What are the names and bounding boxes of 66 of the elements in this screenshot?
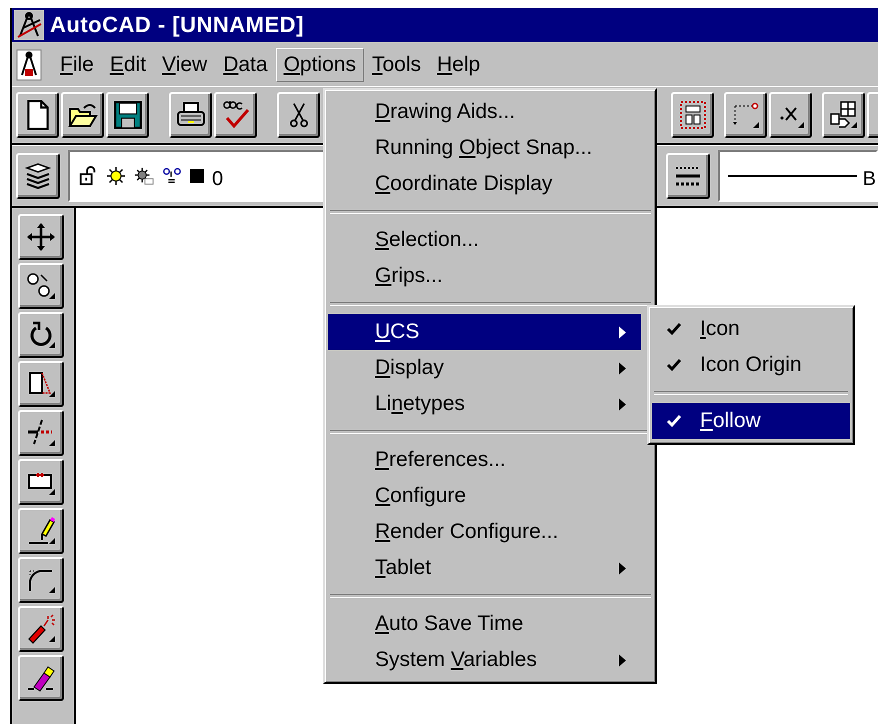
move-arrows-icon	[26, 222, 56, 252]
explode-dynamite-button[interactable]	[18, 606, 64, 652]
document-icon[interactable]	[16, 49, 42, 81]
spell-check-button[interactable]	[214, 92, 257, 138]
menu-item[interactable]: Data	[215, 48, 276, 82]
break-rectangle-button[interactable]	[18, 459, 64, 505]
frozen-sun-icon	[134, 166, 154, 186]
linetype-field[interactable]: B	[718, 150, 878, 202]
menu-item[interactable]: Icon Origin	[652, 347, 850, 383]
menu-item[interactable]: Icon	[652, 311, 850, 347]
open-folder-button[interactable]	[61, 92, 104, 138]
menu-item[interactable]: Options	[276, 48, 364, 82]
stretch-shape-icon	[26, 369, 56, 399]
edit-pencil-button[interactable]	[18, 508, 64, 554]
menu-item[interactable]: File	[52, 48, 102, 82]
menu-item[interactable]: Follow	[652, 403, 850, 439]
grid-arrow-icon	[828, 100, 858, 130]
menu-item[interactable]: Help	[429, 48, 488, 82]
rotate-button[interactable]	[18, 312, 64, 358]
layout-frame-icon	[678, 100, 708, 130]
layers-button[interactable]	[16, 153, 60, 199]
grid-arrow-button[interactable]	[822, 92, 865, 138]
app-icon	[14, 10, 44, 40]
menu-item[interactable]: Configure	[328, 478, 641, 514]
menu-item[interactable]: Auto Save Time	[328, 606, 641, 642]
move-arrows-button[interactable]	[18, 214, 64, 260]
menu-item[interactable]: Linetypes	[328, 386, 641, 422]
new-file-button[interactable]	[16, 92, 59, 138]
spell-check-icon	[220, 100, 250, 130]
menu-item[interactable]: Tools	[364, 48, 429, 82]
layout-frame-button[interactable]	[671, 92, 714, 138]
edit-pencil-icon	[26, 516, 56, 546]
layers-icon	[23, 161, 53, 191]
linetype-name: B	[862, 166, 876, 190]
linetype-button[interactable]	[666, 153, 710, 199]
copy-circles-button[interactable]	[18, 263, 64, 309]
point-filter-button[interactable]	[724, 92, 767, 138]
menu-item[interactable]: Grips...	[328, 258, 641, 294]
cut-scissors-button[interactable]	[277, 92, 320, 138]
sun-icon	[106, 166, 126, 186]
menu-item[interactable]: Edit	[102, 48, 154, 82]
color-swatch	[190, 169, 204, 183]
layer-name: 0	[212, 166, 224, 190]
eyes-icon	[162, 166, 182, 186]
window-title: AutoCAD - [UNNAMED]	[50, 12, 304, 38]
copy-circles-icon	[26, 271, 56, 301]
menu-item[interactable]: Render Configure...	[328, 514, 641, 550]
trim-lines-button[interactable]	[18, 410, 64, 456]
menu-item[interactable]: Preferences...	[328, 442, 641, 478]
menu-item[interactable]: Display	[328, 350, 641, 386]
save-disk-button[interactable]	[106, 92, 149, 138]
lock-icon	[78, 166, 98, 186]
menu-item[interactable]: Tablet	[328, 550, 641, 586]
menu-item[interactable]: Drawing Aids...	[328, 94, 641, 130]
trim-lines-icon	[26, 418, 56, 448]
stretch-shape-button[interactable]	[18, 361, 64, 407]
coordinate-filter-button[interactable]	[769, 92, 812, 138]
eraser-button[interactable]	[18, 655, 64, 701]
explode-dynamite-icon	[26, 614, 56, 644]
menu-item[interactable]: System Variables	[328, 642, 641, 678]
print-button[interactable]	[169, 92, 212, 138]
menu-item[interactable]: View	[154, 48, 216, 82]
fillet-corner-button[interactable]	[18, 557, 64, 603]
menu-item[interactable]: Selection...	[328, 222, 641, 258]
point-filter-icon	[730, 100, 760, 130]
menu-item[interactable]: UCS	[328, 314, 641, 350]
